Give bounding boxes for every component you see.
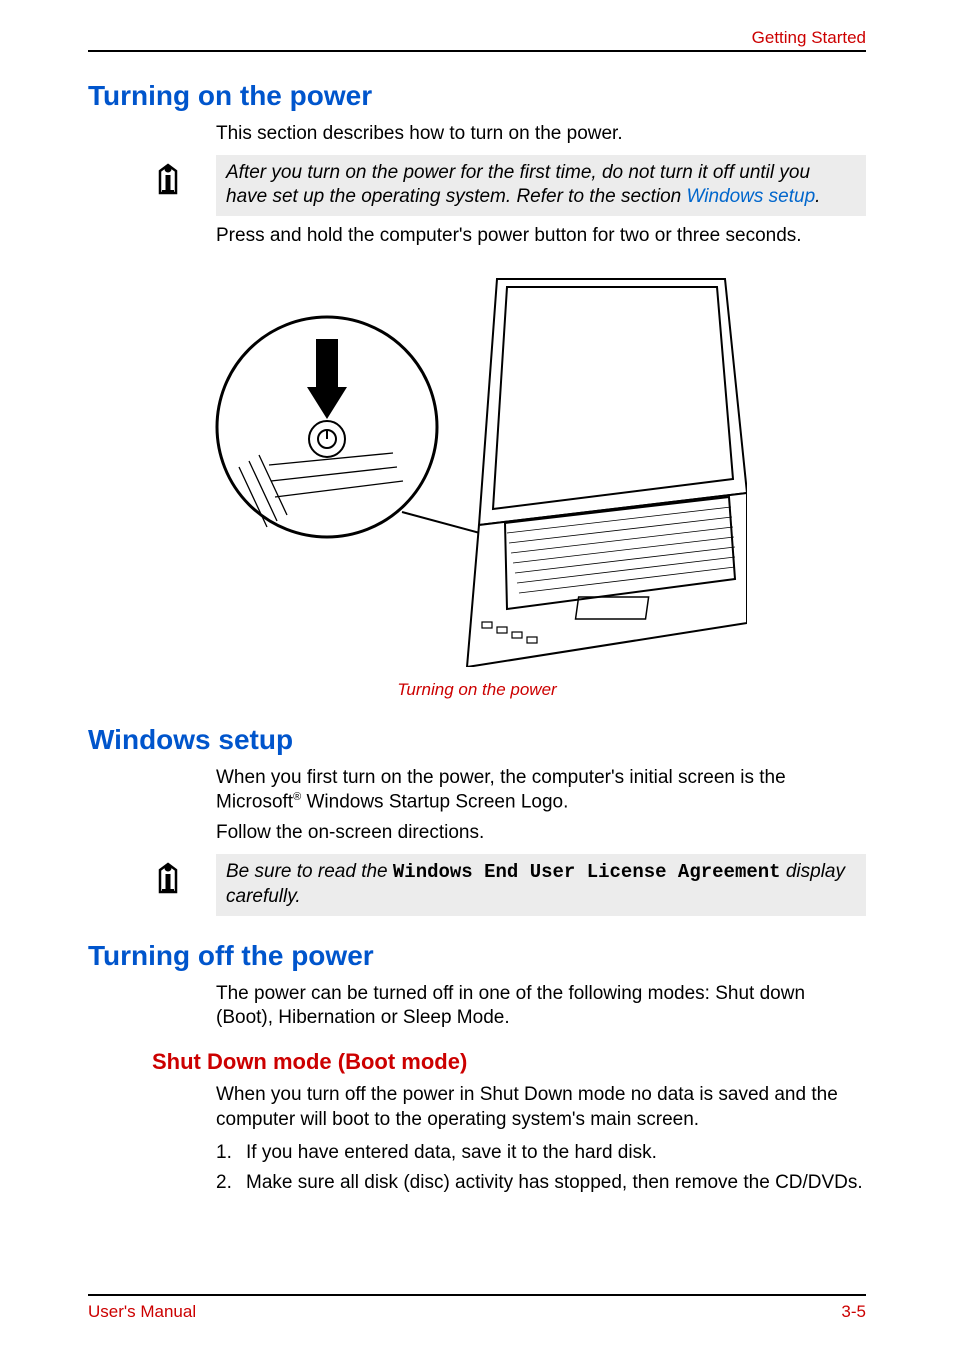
header-chapter-label: Getting Started <box>752 28 866 48</box>
header-rule <box>88 50 866 52</box>
list-item: 1. If you have entered data, save it to … <box>216 1140 866 1166</box>
heading-turning-off-power: Turning off the power <box>88 940 866 972</box>
eula-label: Windows End User License Agreement <box>393 861 781 883</box>
info-icon <box>146 858 190 902</box>
note-box-turn-on: After you turn on the power for the firs… <box>216 155 866 216</box>
note-box-eula: Be sure to read the Windows End User Lic… <box>216 854 866 915</box>
windows-setup-p2: Follow the on-screen directions. <box>216 821 866 846</box>
footer-page-number: 3-5 <box>841 1302 866 1322</box>
footer-rule <box>88 1294 866 1296</box>
figure-caption-turn-on: Turning on the power <box>88 680 866 700</box>
figure-laptop-power <box>88 267 866 672</box>
link-windows-setup[interactable]: Windows setup <box>686 186 815 207</box>
footer-manual-label: User's Manual <box>88 1302 196 1322</box>
turn-on-intro: This section describes how to turn on th… <box>216 122 866 147</box>
note-text-post: . <box>815 186 820 207</box>
list-item: 2. Make sure all disk (disc) activity ha… <box>216 1170 866 1196</box>
shutdown-intro: When you turn off the power in Shut Down… <box>216 1083 866 1132</box>
windows-setup-p1: When you first turn on the power, the co… <box>216 766 866 816</box>
heading-windows-setup: Windows setup <box>88 724 866 756</box>
heading-turning-on-power: Turning on the power <box>88 80 866 112</box>
eula-note-pre: Be sure to read the <box>226 861 393 882</box>
info-icon <box>146 159 190 203</box>
press-hold-text: Press and hold the computer's power butt… <box>216 224 866 249</box>
shutdown-steps: 1. If you have entered data, save it to … <box>216 1140 866 1195</box>
heading-shutdown-mode: Shut Down mode (Boot mode) <box>152 1049 866 1075</box>
turn-off-intro: The power can be turned off in one of th… <box>216 982 866 1031</box>
